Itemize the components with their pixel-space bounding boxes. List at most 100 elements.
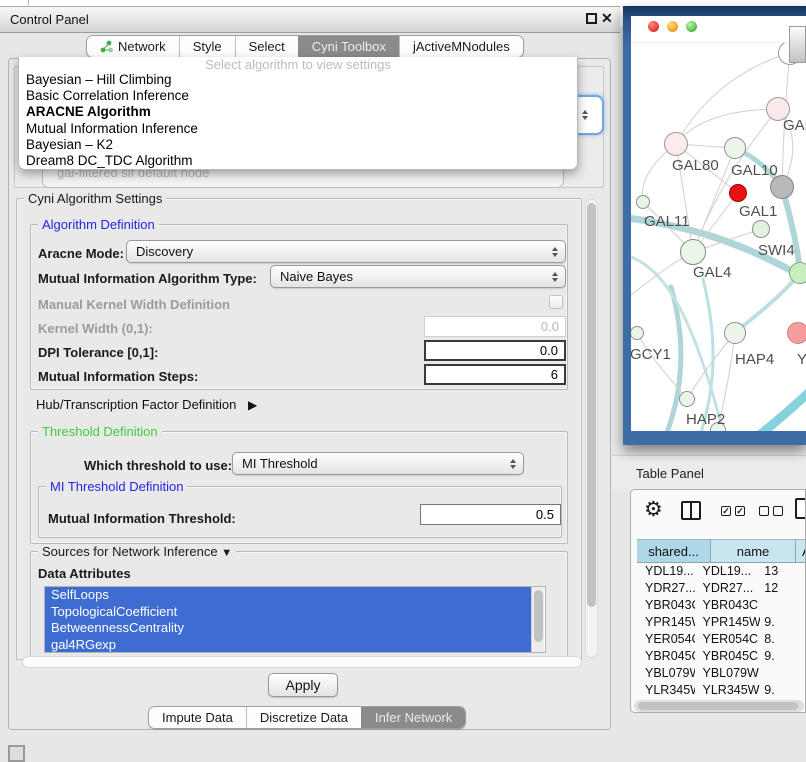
which-threshold-combobox[interactable]: MI Threshold [232,452,524,475]
node-gal4[interactable] [680,239,706,265]
tab-select[interactable]: Select [235,36,298,57]
stepper-icon [552,272,558,282]
tab-label: Select [249,39,285,54]
table-row[interactable]: YBR043CYBR043C [637,597,806,614]
table-cell: YDL19... [695,563,761,580]
dpi-tolerance-field[interactable]: 0.0 [424,340,566,361]
mi-algorithm-type-combobox[interactable]: Naive Bayes [270,265,566,288]
dropdown-item[interactable]: Dream8 DC_TDC Algorithm [19,153,577,169]
mi-steps-label: Mutual Information Steps: [38,369,198,384]
algorithm-dropdown-list: Select algorithm to view settings Bayesi… [18,57,578,170]
table-body: YDL19...YDL19...13YDR27...YDR27...12YBR0… [637,563,806,707]
list-vertical-scrollbar[interactable] [531,587,544,652]
table-row[interactable]: YER054CYER054C8. [637,631,806,648]
tab-label: jActiveMNodules [413,39,510,54]
mi-threshold-field[interactable]: 0.5 [420,504,561,525]
list-item[interactable]: TopologicalCoefficient [45,604,532,621]
node-hap2[interactable] [679,391,695,407]
table-cell: YBR045C [637,648,695,665]
hub-definition-row[interactable]: Hub/Transcription Factor Definition ▶ [36,397,257,412]
settings-horizontal-scrollbar[interactable] [22,656,582,668]
bottom-left-widget[interactable] [8,745,25,762]
dropdown-item[interactable]: Basic Correlation Inference [19,88,577,104]
close-traffic-light-icon[interactable] [648,21,659,32]
columns-icon[interactable] [681,501,701,520]
dropdown-item[interactable]: ARACNE Algorithm [19,104,577,120]
table-row[interactable]: YPR145WYPR145W9. [637,614,806,631]
node-red[interactable] [729,184,747,202]
tab-impute-data[interactable]: Impute Data [149,707,246,728]
gear-icon[interactable]: ⚙ [644,497,663,522]
manual-kernel-checkbox[interactable] [549,295,563,309]
table-row[interactable]: YLR345WYLR345W9. [637,682,806,699]
tab-jactivemnodules[interactable]: jActiveMNodules [399,36,523,57]
settings-vertical-scrollbar[interactable] [585,199,598,658]
tab-label: Discretize Data [260,710,348,725]
table-panel-title: Table Panel [612,456,806,481]
table-row[interactable]: YDR27...YDR27...12 [637,580,806,597]
network-view-window[interactable]: GALGAL80GAL10GAL11GAL1SWI4GAL4GCY1HAP4YH… [623,6,806,445]
node-salmon[interactable] [787,322,806,344]
collapse-arrow-icon[interactable]: ▼ [221,547,232,559]
table-cell: 9. [760,648,806,665]
column-header-name[interactable]: name [711,539,796,563]
select-all-checkbox-icon[interactable]: ✓ [721,506,731,516]
zoom-traffic-light-icon[interactable] [686,21,697,32]
float-window-icon[interactable] [586,13,597,24]
select-all-checkbox-icon[interactable]: ✓ [735,506,745,516]
apply-button[interactable]: Apply [268,673,338,697]
table-horizontal-scrollbar[interactable] [634,700,804,712]
document-icon[interactable] [795,498,806,519]
node-label-gal10: GAL10 [731,162,778,179]
dropdown-item[interactable]: Bayesian – K2 [19,137,577,153]
network-icon [100,40,113,53]
node-gal10[interactable] [724,137,746,159]
dropdown-item[interactable]: Mutual Information Inference [19,121,577,137]
mi-threshold-label: Mutual Information Threshold: [48,511,236,526]
tab-network[interactable]: Network [87,36,179,57]
network-canvas[interactable]: GALGAL80GAL10GAL11GAL1SWI4GAL4GCY1HAP4YH… [631,42,806,431]
deselect-all-checkbox-icon[interactable] [773,506,783,516]
table-cell: YLR345W [637,682,695,699]
mi-threshold-definition-label: MI Threshold Definition [46,479,187,494]
sources-group-label[interactable]: Sources for Network Inference ▼ [38,544,236,559]
table-cell: 12 [760,580,806,597]
column-header-shared-[interactable]: shared... [637,539,711,563]
tab-style[interactable]: Style [179,36,235,57]
scrollbar-thumb[interactable] [587,203,596,607]
table-row[interactable]: YBR045CYBR045C9. [637,648,806,665]
table-cell [760,597,806,614]
scrollbar-thumb[interactable] [534,590,543,642]
node-gal11[interactable] [636,195,650,209]
expand-arrow-icon[interactable]: ▶ [248,398,257,412]
node-label-swi4: SWI4 [758,242,795,259]
cyni-algorithm-settings-label: Cyni Algorithm Settings [24,191,166,206]
network-edge[interactable] [782,187,800,273]
data-attributes-list[interactable]: SelfLoopsTopologicalCoefficientBetweenne… [44,586,546,653]
deselect-all-checkbox-icon[interactable] [759,506,769,516]
mi-steps-field[interactable]: 6 [424,364,566,385]
column-header-a[interactable]: A [796,539,806,563]
list-item[interactable]: gal4RGexp [45,637,532,654]
list-item[interactable]: BetweennessCentrality [45,620,532,637]
network-edge[interactable] [749,385,806,431]
tab-cyni-toolbox[interactable]: Cyni Toolbox [298,36,399,57]
tab-infer-network[interactable]: Infer Network [361,707,465,728]
tab-discretize-data[interactable]: Discretize Data [246,707,361,728]
dropdown-item[interactable]: Bayesian – Hill Climbing [19,72,577,88]
node-gal80[interactable] [664,132,688,156]
tab-label: Impute Data [162,710,233,725]
node-gal1[interactable] [752,220,770,238]
scrollbar-thumb[interactable] [638,702,798,710]
node-label-hap2: HAP2 [686,411,725,428]
node-hap4[interactable] [724,322,746,344]
node-swi4[interactable] [789,262,806,284]
dpi-tolerance-label: DPI Tolerance [0,1]: [38,345,158,360]
table-cell: YDL19... [637,563,695,580]
table-row[interactable]: YDL19...YDL19...13 [637,563,806,580]
close-icon[interactable]: ✕ [601,10,613,26]
list-item[interactable]: SelfLoops [45,587,532,604]
aracne-mode-combobox[interactable]: Discovery [126,240,566,263]
minimize-traffic-light-icon[interactable] [667,21,678,32]
table-row[interactable]: YBL079WYBL079W [637,665,806,682]
